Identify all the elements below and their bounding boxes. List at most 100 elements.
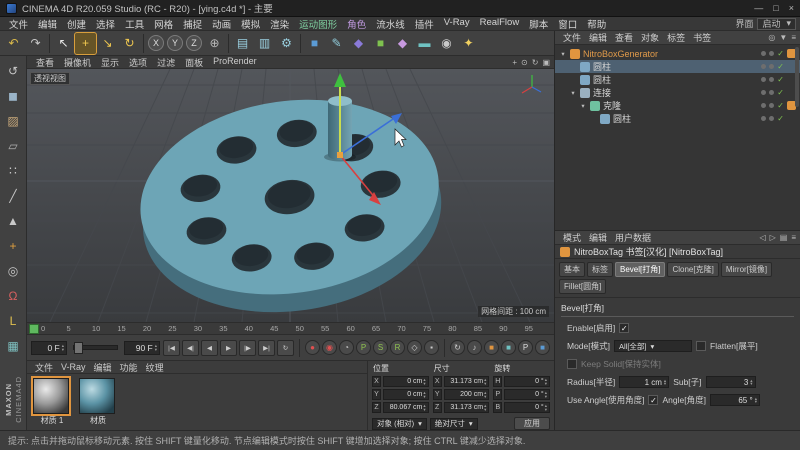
size-field[interactable]: X 31.173 cm ▴ ▾: [432, 376, 490, 387]
enable-snap-icon[interactable]: Ω: [1, 283, 25, 308]
object-manager-menu-item[interactable]: 对象: [637, 31, 663, 44]
menu-item[interactable]: 工具: [120, 17, 149, 31]
mode-select[interactable]: All[全部] ▾: [614, 340, 692, 352]
menu-item[interactable]: 角色: [342, 17, 371, 31]
timeline-ruler[interactable]: 0 5 10 15 20 25 30 35 40 45 50 55 60 65 70 75 80 85 90 95: [27, 322, 554, 335]
locked-workplane-icon[interactable]: L: [1, 308, 25, 333]
enabled-check-icon[interactable]: ✓: [777, 62, 784, 71]
end-frame-field[interactable]: 90 F ▴ ▾: [124, 340, 160, 355]
make-editable-icon[interactable]: ↺: [1, 58, 25, 83]
quick-blue-button[interactable]: ■: [535, 340, 550, 355]
zoom-view-icon[interactable]: ⊙: [521, 58, 528, 67]
close-button[interactable]: ×: [789, 3, 794, 13]
object-manager-menu-item[interactable]: 编辑: [585, 31, 611, 44]
z-axis-lock[interactable]: Z: [186, 35, 202, 51]
attr-back-icon[interactable]: ◁: [759, 233, 765, 242]
menu-item[interactable]: 脚本: [524, 17, 553, 31]
add-camera-button[interactable]: ◉: [436, 33, 457, 54]
prev-frame-button[interactable]: ◀: [201, 339, 218, 356]
key-scale-toggle[interactable]: S: [373, 340, 388, 355]
menu-item[interactable]: 运动图形: [294, 17, 342, 31]
om-filter-icon[interactable]: ▼: [779, 33, 787, 42]
minimize-button[interactable]: —: [754, 3, 763, 13]
scale-tool[interactable]: ↘: [97, 33, 118, 54]
prev-key-button[interactable]: ◀|: [182, 339, 199, 356]
visibility-dot-render[interactable]: [769, 103, 775, 108]
material-menu-item[interactable]: 文件: [31, 361, 57, 374]
move-tool[interactable]: +: [74, 31, 97, 55]
quick-orange-button[interactable]: ■: [484, 340, 499, 355]
menu-item[interactable]: 窗口: [553, 17, 582, 31]
attribute-tab[interactable]: Bevel[打角]: [615, 262, 666, 277]
enabled-check-icon[interactable]: ✓: [777, 101, 784, 110]
menu-item[interactable]: 创建: [62, 17, 91, 31]
goto-start-button[interactable]: |◀: [163, 339, 180, 356]
size-mode-select[interactable]: 绝对尺寸 ▾: [429, 417, 478, 430]
undo-button[interactable]: ↶: [3, 33, 24, 54]
key-rotation-toggle[interactable]: R: [390, 340, 405, 355]
material-thumbnail-2[interactable]: 材质: [79, 378, 117, 426]
menu-item[interactable]: 流水线: [371, 17, 410, 31]
texture-mode-icon[interactable]: ▨: [1, 108, 25, 133]
timeline-slider-handle[interactable]: [74, 342, 83, 354]
redo-button[interactable]: ↷: [25, 33, 46, 54]
use-angle-checkbox[interactable]: ✓: [648, 395, 659, 405]
quantize-icon[interactable]: ▦: [1, 333, 25, 358]
maximize-button[interactable]: □: [773, 3, 778, 13]
timeline-playhead[interactable]: [29, 324, 39, 334]
model-mode-icon[interactable]: ◼: [1, 83, 25, 108]
tree-item-connect[interactable]: ▾ 连接 ✓: [555, 86, 800, 99]
radius-field[interactable]: 1 cm ▴ ▾: [619, 376, 670, 388]
tree-item-nitroboxgenerator[interactable]: ▾ NitroBoxGenerator ✓: [555, 47, 800, 60]
size-field[interactable]: Z 31.173 cm ▴ ▾: [432, 402, 490, 413]
coordinate-system-toggle[interactable]: ⊕: [204, 33, 225, 54]
key-position-toggle[interactable]: P: [356, 340, 371, 355]
sub-field[interactable]: 3 ▴ ▾: [705, 376, 756, 388]
visibility-dot-editor[interactable]: [761, 51, 767, 56]
attribute-tab[interactable]: 基本: [559, 262, 585, 277]
rotate-tool[interactable]: ↻: [119, 33, 140, 54]
start-frame-field[interactable]: 0 F ▴ ▾: [31, 340, 67, 355]
rotate-view-icon[interactable]: ↻: [532, 58, 539, 67]
add-environment-button[interactable]: ▬: [414, 33, 435, 54]
enabled-check-icon[interactable]: ✓: [777, 49, 784, 58]
edges-mode-icon[interactable]: ╱: [1, 183, 25, 208]
attr-menu-icon[interactable]: ≡: [791, 233, 796, 242]
workplane-mode-icon[interactable]: ▱: [1, 133, 25, 158]
apply-button[interactable]: 应用: [514, 417, 550, 430]
position-field[interactable]: Y 0 cm ▴ ▾: [372, 389, 429, 400]
tree-item-cylinder-3[interactable]: 圆柱 ✓: [555, 112, 800, 125]
y-axis-lock[interactable]: Y: [167, 35, 183, 51]
menu-item[interactable]: 捕捉: [178, 17, 207, 31]
enabled-check-icon[interactable]: ✓: [777, 75, 784, 84]
enabled-check-icon[interactable]: ✓: [777, 88, 784, 97]
menu-item[interactable]: 编辑: [33, 17, 62, 31]
attribute-tab[interactable]: Mirror[镜像]: [720, 262, 773, 277]
sound-toggle-button[interactable]: ♪: [467, 340, 482, 355]
expander-icon[interactable]: ▾: [569, 89, 577, 97]
attr-pin-icon[interactable]: ▤: [780, 233, 788, 242]
x-axis-lock[interactable]: X: [148, 35, 164, 51]
keep-solid-checkbox[interactable]: [567, 359, 577, 369]
visibility-dot-editor[interactable]: [761, 90, 767, 95]
tree-item-cloner[interactable]: ▾ 克隆 ✓: [555, 99, 800, 112]
material-menu-item[interactable]: V-Ray: [57, 362, 90, 372]
material-menu-item[interactable]: 编辑: [90, 361, 116, 374]
attribute-menu-item[interactable]: 模式: [559, 231, 585, 244]
expander-icon[interactable]: ▾: [579, 102, 587, 110]
viewport-menu-item[interactable]: 选项: [124, 56, 152, 69]
loop-button[interactable]: ↻: [277, 339, 294, 356]
add-primitive-button[interactable]: ■: [304, 33, 325, 54]
add-deformer-button[interactable]: ◆: [392, 33, 413, 54]
object-manager-menu-item[interactable]: 标签: [663, 31, 689, 44]
visibility-dot-render[interactable]: [769, 90, 775, 95]
enabled-check-icon[interactable]: ✓: [777, 114, 784, 123]
object-manager-menu-item[interactable]: 文件: [559, 31, 585, 44]
viewport-menu-item[interactable]: 查看: [31, 56, 59, 69]
viewport-menu-item[interactable]: 过滤: [152, 56, 180, 69]
playback-mode-button[interactable]: ↻: [450, 340, 465, 355]
add-spline-button[interactable]: ✎: [326, 33, 347, 54]
enable-axis-icon[interactable]: +: [1, 233, 25, 258]
render-view-button[interactable]: ▤: [232, 33, 253, 54]
key-pla-toggle[interactable]: ▪: [424, 340, 439, 355]
